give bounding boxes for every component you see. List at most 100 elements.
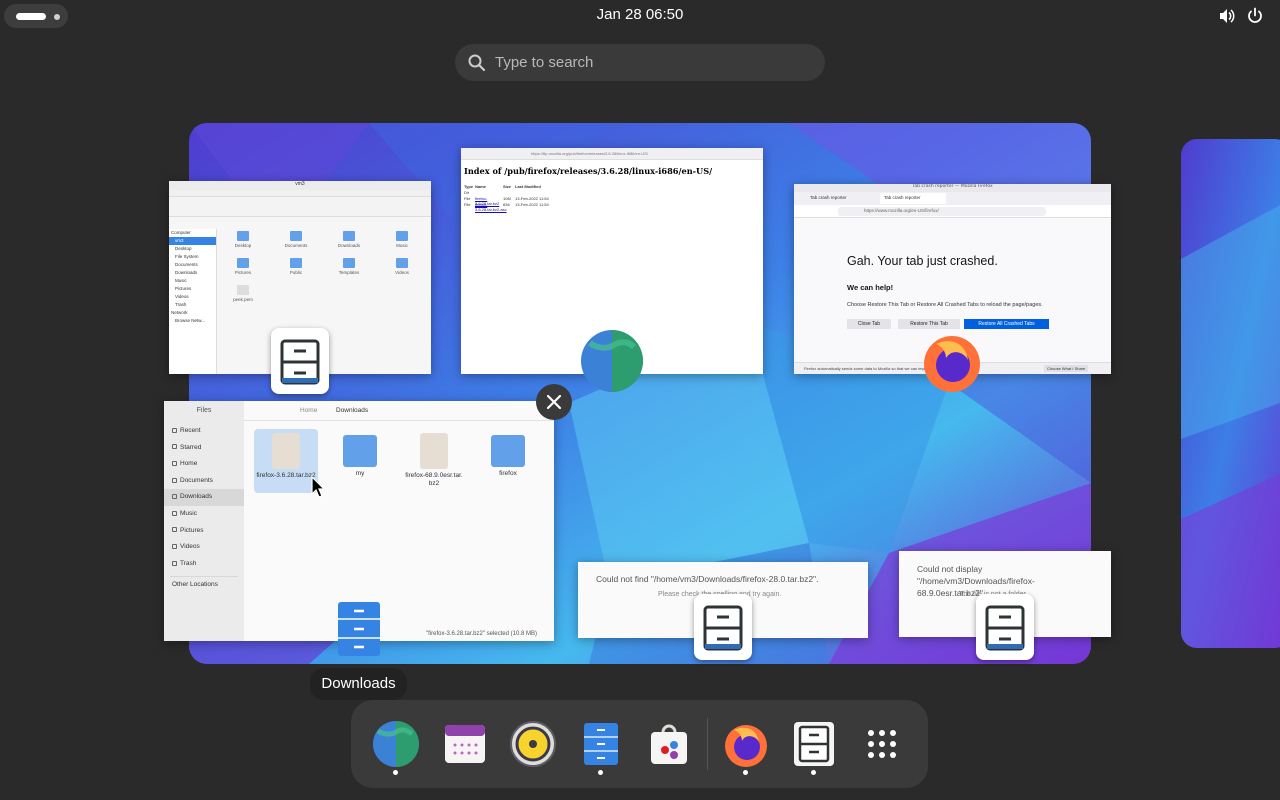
folder-item[interactable]: Pictures — [223, 258, 263, 275]
sidebar-item-pictures[interactable]: Pictures — [164, 523, 244, 540]
music-player-icon — [510, 721, 556, 767]
sidebar-item-recent[interactable]: Recent — [164, 423, 244, 440]
sidebar-item[interactable]: Music — [169, 277, 216, 285]
sidebar-item[interactable]: Desktop — [169, 245, 216, 253]
folder-item[interactable]: peek.pem — [223, 285, 263, 302]
volume-icon[interactable] — [1218, 7, 1236, 25]
power-icon[interactable] — [1246, 7, 1264, 25]
sidebar-item-label: Trash — [180, 559, 197, 567]
sidebar-item[interactable]: Computer — [169, 229, 216, 237]
crash-heading: Gah. Your tab just crashed. — [847, 254, 998, 268]
sidebar-item-starred[interactable]: Starred — [164, 440, 244, 457]
file-manager-app-icon — [694, 594, 752, 660]
status-text: "firefox-3.6.28.tar.bz2" selected (10.8 … — [426, 631, 537, 637]
item-label: firefox-3.6.28.tar.bz2 — [256, 472, 316, 479]
sidebar-item[interactable]: vm3 — [169, 237, 216, 245]
folder-label: Videos — [395, 270, 409, 275]
item-label: firefox — [499, 470, 517, 477]
dock-item-files[interactable] — [577, 720, 625, 768]
sidebar-item[interactable]: Trash — [169, 301, 216, 309]
restore-tab-button[interactable]: Restore This Tab — [898, 319, 960, 329]
folder-item[interactable]: Videos — [382, 258, 422, 275]
sidebar-item-downloads[interactable]: Downloads — [164, 489, 244, 506]
folder-item[interactable]: my — [328, 429, 392, 493]
sidebar-item-trash[interactable]: Trash — [164, 556, 244, 573]
sidebar-item-label: Home — [180, 460, 198, 468]
address-bar: https://www.mozilla.org/en-US/firefox/ — [794, 205, 1111, 218]
search-icon — [468, 54, 486, 72]
folder-label: Music — [396, 243, 408, 248]
files-title: Files — [196, 407, 212, 414]
dock-item-file-manager[interactable] — [790, 720, 838, 768]
sidebar-item-documents[interactable]: Documents — [164, 473, 244, 490]
folder-icon — [237, 231, 249, 241]
window-title: Tab crash reporter — Mozilla Firefox — [794, 184, 1111, 192]
firefox-app-icon — [924, 336, 980, 392]
file-icon — [237, 285, 249, 295]
crash-body: Choose Restore This Tab or Restore All C… — [847, 302, 1043, 308]
folder-item[interactable]: Downloads — [329, 231, 369, 248]
close-tab-button[interactable]: Close Tab — [847, 319, 891, 329]
folder-item[interactable]: firefox — [476, 429, 540, 493]
dock-item-software[interactable] — [645, 720, 693, 768]
sidebar-item-label: Starred — [180, 443, 202, 451]
dialog-message: Could not find "/home/vm3/Downloads/fire… — [596, 574, 819, 584]
home-icon — [172, 460, 177, 466]
path-current[interactable]: Downloads — [336, 407, 368, 414]
video-icon — [172, 543, 177, 549]
folder-item[interactable]: Public — [276, 258, 316, 275]
sidebar-item[interactable]: Pictures — [169, 285, 216, 293]
folder-label: Desktop — [234, 243, 252, 248]
file-item[interactable]: firefox-68.9.0esr.tar.bz2 — [402, 429, 466, 493]
dock-item-firefox[interactable] — [722, 720, 770, 768]
sidebar-item[interactable]: File System — [169, 253, 216, 261]
dock-item-rhythmbox[interactable] — [509, 720, 557, 768]
address-bar: https://ftp.mozilla.org/pub/firefox/rele… — [461, 148, 763, 160]
dock-item-calendar[interactable] — [441, 720, 489, 768]
sidebar-item[interactable]: Documents — [169, 261, 216, 269]
sidebar-item[interactable]: Browse Netw... — [169, 317, 216, 325]
sidebar-item[interactable]: Downloads — [169, 269, 216, 277]
path-home[interactable]: Home — [300, 407, 317, 414]
file-item[interactable]: firefox-3.6.28.tar.bz2 — [254, 429, 318, 493]
table-cell: 13-Feb-2022 11:54 — [515, 202, 549, 207]
folder-item[interactable]: Music — [382, 231, 422, 248]
search-input[interactable] — [495, 44, 815, 81]
sidebar-item-music[interactable]: Music — [164, 506, 244, 523]
search-bar[interactable] — [455, 44, 825, 81]
file-manager-app-icon — [271, 328, 329, 394]
folder-icon — [290, 258, 302, 268]
choose-what-i-share-button[interactable]: Choose What I Share — [1044, 365, 1089, 372]
folder-item[interactable]: Documents — [276, 231, 316, 248]
table-cell: 836 — [503, 202, 510, 207]
crash-subheading: We can help! — [847, 283, 894, 292]
window-title: vm3 — [169, 181, 431, 190]
clock[interactable]: Jan 28 06:50 — [0, 6, 1280, 23]
dock-item-web[interactable] — [372, 720, 420, 768]
tab-2[interactable]: Tab crash reporter — [880, 193, 946, 204]
running-indicator — [811, 770, 816, 775]
software-store-icon — [651, 724, 687, 764]
star-icon — [172, 444, 177, 450]
table-cell[interactable]: firefox-3.6.28.tar.bz2.asc — [475, 202, 507, 212]
document-icon — [172, 477, 177, 483]
clock-icon — [172, 427, 177, 433]
archive-icon — [420, 433, 448, 469]
item-label: my — [355, 470, 365, 477]
close-window-button[interactable] — [536, 384, 572, 420]
folder-item[interactable]: Templates — [329, 258, 369, 275]
tab-1[interactable]: Tab crash reporter — [810, 195, 847, 200]
item-label: firefox-68.9.0esr.tar.bz2 — [405, 472, 463, 487]
show-apps-button[interactable] — [858, 720, 906, 768]
folder-icon — [396, 231, 408, 241]
sidebar-item-other-locations[interactable]: Other Locations — [164, 581, 244, 588]
sidebar-item[interactable]: Videos — [169, 293, 216, 301]
sidebar-item-videos[interactable]: Videos — [164, 539, 244, 556]
close-icon — [546, 394, 562, 410]
restore-all-button[interactable]: Restore All Crashed Tabs — [964, 319, 1049, 329]
workspace-next[interactable] — [1181, 139, 1280, 648]
folder-item[interactable]: Desktop — [223, 231, 263, 248]
firefox-icon — [725, 725, 767, 767]
sidebar-item[interactable]: Network — [169, 309, 216, 317]
sidebar-item-home[interactable]: Home — [164, 456, 244, 473]
